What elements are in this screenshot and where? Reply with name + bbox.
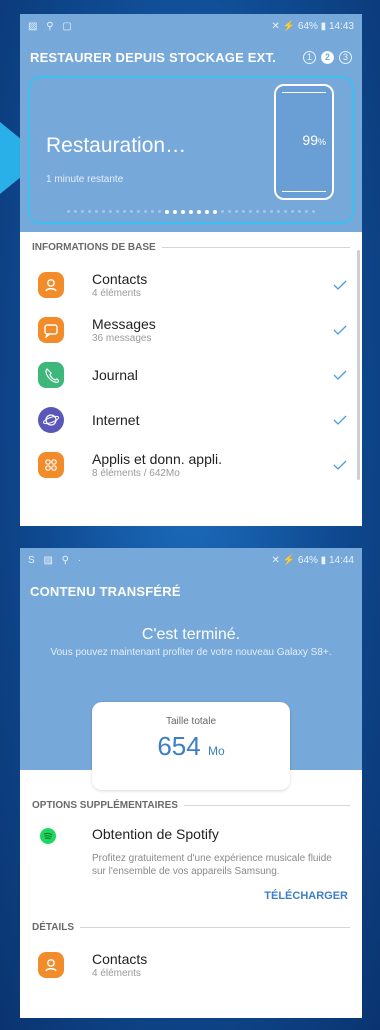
list-item-apps[interactable]: Applis et donn. appli. 8 éléments / 642M… [20, 442, 362, 487]
progress-dots [30, 210, 352, 214]
detail-item-contacts[interactable]: Contacts 4 éléments [20, 942, 362, 987]
section-extra-options: OPTIONS SUPPLÉMENTAIRES [20, 790, 362, 820]
item-subtitle: 36 messages [92, 332, 152, 344]
section-basic-info: INFORMATIONS DE BASE [20, 232, 362, 262]
phone-outline-icon: 99% [274, 84, 334, 200]
messages-icon [38, 316, 64, 343]
transfer-complete-screen: S ▨ ⚲ · ✕ ⚡ 64% ▮ 14:44 CONTENU TRANSFÉR… [20, 548, 362, 1018]
check-icon [333, 325, 347, 335]
status-left: S ▨ ⚲ · [28, 554, 85, 566]
item-subtitle: 8 éléments / 642Mo [92, 467, 180, 479]
apps-icon [38, 451, 64, 478]
restore-progress-card: Restauration… 1 minute restante 99% [28, 76, 354, 224]
restore-header-area: ▨ ⚲ ▢ ✕ ⚡ 64% ▮ 14:43 RESTAURER DEPUIS S… [20, 14, 362, 232]
spotify-description: Profitez gratuitement d'une expérience m… [92, 853, 332, 877]
download-button[interactable]: TÉLÉCHARGER [20, 878, 362, 902]
spotify-title: Obtention de Spotify [92, 826, 219, 842]
item-subtitle: 4 éléments [92, 967, 141, 979]
status-right: ✕ ⚡ 64% ▮ 14:43 [271, 20, 355, 32]
status-right: ✕ ⚡ 64% ▮ 14:44 [271, 554, 355, 566]
item-title: Messages [92, 315, 156, 332]
total-size-card: Taille totale 654 Mo [92, 702, 290, 790]
app-bar: CONTENU TRANSFÉRÉ [20, 572, 362, 610]
total-size-value: 654 Mo [157, 731, 225, 761]
check-icon [333, 280, 347, 290]
status-bar: ▨ ⚲ ▢ ✕ ⚡ 64% ▮ 14:43 [20, 14, 362, 38]
step-1: 1 [303, 50, 316, 64]
internet-icon [38, 406, 64, 433]
step-indicator: 1 2 3 [303, 50, 352, 64]
done-subtitle: Vous pouvez maintenant profiter de votre… [50, 647, 332, 658]
step-3: 3 [339, 50, 352, 64]
restore-screen: ▨ ⚲ ▢ ✕ ⚡ 64% ▮ 14:43 RESTAURER DEPUIS S… [20, 14, 362, 526]
done-title: C'est terminé. [141, 626, 241, 643]
check-icon [333, 415, 347, 425]
item-subtitle: 4 éléments [92, 287, 141, 299]
page-title: CONTENU TRANSFÉRÉ [30, 583, 181, 599]
item-title: Contacts [92, 270, 148, 287]
status-left: ▨ ⚲ ▢ [28, 20, 75, 32]
progress-percent: 99% [302, 132, 326, 148]
list-item-journal[interactable]: Journal [20, 352, 362, 397]
list-item-contacts[interactable]: Contacts 4 éléments [20, 262, 362, 307]
check-icon [333, 460, 347, 470]
item-title: Contacts [92, 950, 148, 967]
spotify-option[interactable]: Obtention de Spotify Profitez gratuiteme… [20, 820, 362, 878]
scrollbar[interactable] [357, 250, 360, 480]
restore-time-remaining: 1 minute restante [46, 174, 124, 185]
list-item-internet[interactable]: Internet [20, 397, 362, 442]
item-title: Applis et donn. appli. [92, 450, 222, 467]
phone-log-icon [38, 361, 64, 388]
page-title: RESTAURER DEPUIS STOCKAGE EXT. [30, 49, 277, 65]
restore-title: Restauration… [46, 134, 187, 157]
item-title: Internet [92, 411, 140, 428]
status-bar: S ▨ ⚲ · ✕ ⚡ 64% ▮ 14:44 [20, 548, 362, 572]
item-title: Journal [92, 366, 138, 383]
section-details: DÉTAILS [20, 912, 362, 942]
list-item-messages[interactable]: Messages 36 messages [20, 307, 362, 352]
contacts-icon [38, 271, 64, 298]
total-size-label: Taille totale [165, 716, 217, 727]
check-icon [333, 370, 347, 380]
contacts-icon [38, 951, 64, 978]
step-2: 2 [321, 50, 334, 64]
complete-header-area: S ▨ ⚲ · ✕ ⚡ 64% ▮ 14:44 CONTENU TRANSFÉR… [20, 548, 362, 790]
spotify-icon [40, 828, 56, 844]
app-bar: RESTAURER DEPUIS STOCKAGE EXT. 1 2 3 [20, 38, 362, 76]
